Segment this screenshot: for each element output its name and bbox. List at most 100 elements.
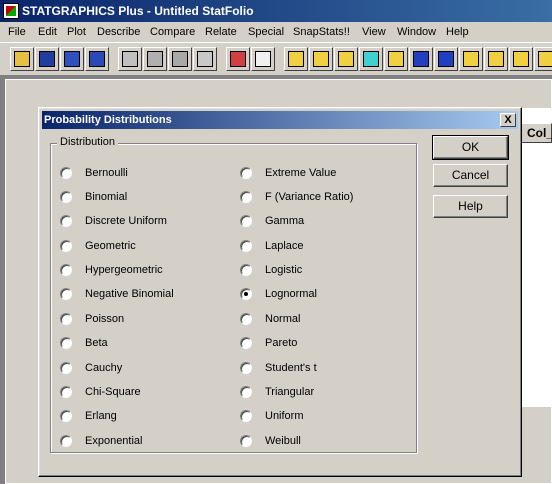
spreadsheet-button[interactable] (60, 47, 84, 71)
radio-icon[interactable] (60, 264, 72, 276)
option-label: Exponential (85, 435, 143, 447)
option-label: Cauchy (85, 362, 123, 374)
radio-icon[interactable] (240, 386, 252, 398)
scatter-plot-button[interactable] (284, 47, 308, 71)
radio-icon[interactable] (240, 410, 252, 422)
option-label: Chi-Square (85, 386, 141, 398)
option-label: Gamma (265, 215, 305, 227)
menu-edit[interactable]: Edit (36, 22, 59, 42)
radio-selected-icon[interactable] (240, 288, 252, 300)
menu-special[interactable]: Special (246, 22, 286, 42)
option-label: Extreme Value (265, 167, 337, 179)
option-label: Laplace (265, 240, 304, 252)
radio-icon[interactable] (240, 167, 252, 179)
tree-icon (513, 51, 529, 67)
open-button[interactable] (10, 47, 34, 71)
x-button[interactable] (359, 47, 383, 71)
menu-bar: File Edit Plot Describe Compare Relate S… (0, 22, 552, 42)
probability-distributions-dialog: Probability Distributions X Distribution… (38, 107, 522, 477)
menu-file[interactable]: File (6, 22, 28, 42)
app-title-bar: STATGRAPHICS Plus - Untitled StatFolio (0, 0, 552, 22)
radio-icon[interactable] (60, 313, 72, 325)
globe-icon (488, 51, 504, 67)
option-label: Binomial (85, 191, 128, 203)
radio-icon[interactable] (240, 240, 252, 252)
radio-icon[interactable] (240, 337, 252, 349)
save-data-button[interactable] (85, 47, 109, 71)
radio-icon[interactable] (60, 337, 72, 349)
radio-icon[interactable] (60, 362, 72, 374)
dialog-title: Probability Distributions (44, 114, 172, 126)
option-label: Negative Binomial (85, 288, 174, 300)
radio-icon[interactable] (60, 215, 72, 227)
menu-plot[interactable]: Plot (65, 22, 88, 42)
menu-help[interactable]: Help (444, 22, 471, 42)
radio-icon[interactable] (240, 313, 252, 325)
option-label: Triangular (265, 386, 315, 398)
bar-chart-button[interactable] (334, 47, 358, 71)
print-preview-button[interactable] (251, 47, 275, 71)
option-label: Erlang (85, 410, 117, 422)
menu-view[interactable]: View (360, 22, 388, 42)
trend-plot-icon (463, 51, 479, 67)
radio-icon[interactable] (240, 191, 252, 203)
grid-plot-button[interactable] (534, 47, 552, 71)
menu-compare[interactable]: Compare (148, 22, 197, 42)
radio-icon[interactable] (240, 362, 252, 374)
time-series-button[interactable] (409, 47, 433, 71)
box-plot-button[interactable] (309, 47, 333, 71)
distribution-group: Distribution Bernoulli Binomial Discrete… (50, 136, 417, 453)
option-label: Logistic (265, 264, 303, 276)
option-label: Uniform (265, 410, 304, 422)
menu-relate[interactable]: Relate (203, 22, 239, 42)
undo-button[interactable] (193, 47, 217, 71)
option-label: Bernoulli (85, 167, 128, 179)
option-label: Hypergeometric (85, 264, 163, 276)
radio-icon[interactable] (60, 386, 72, 398)
group-label: Distribution (57, 136, 119, 148)
box-plot-icon (313, 51, 329, 67)
toolbar (0, 42, 552, 76)
tree-button[interactable] (509, 47, 533, 71)
globe-button[interactable] (484, 47, 508, 71)
cut-icon (122, 51, 138, 67)
print-button[interactable] (226, 47, 250, 71)
print-icon (230, 51, 246, 67)
menu-snapstats[interactable]: SnapStats!! (291, 22, 352, 42)
radio-icon[interactable] (60, 240, 72, 252)
column-header[interactable]: Col_ (518, 123, 552, 143)
radio-icon[interactable] (240, 264, 252, 276)
open-folder-icon (14, 51, 30, 67)
save-button[interactable] (35, 47, 59, 71)
copy-icon (147, 51, 163, 67)
option-label: F (Variance Ratio) (265, 191, 354, 203)
radio-icon[interactable] (60, 435, 72, 447)
undo-icon (197, 51, 213, 67)
help-button[interactable]: Help (433, 195, 508, 218)
close-icon[interactable]: X (500, 113, 516, 127)
save-data-icon (89, 51, 105, 67)
copy-button[interactable] (143, 47, 167, 71)
app-title: STATGRAPHICS Plus - Untitled StatFolio (22, 4, 254, 18)
radio-icon[interactable] (60, 191, 72, 203)
statgraphics-app-icon[interactable] (3, 3, 19, 19)
distribution-plot-button[interactable] (434, 47, 458, 71)
cut-button[interactable] (118, 47, 142, 71)
radio-icon[interactable] (60, 288, 72, 300)
pattern-plot-button[interactable] (384, 47, 408, 71)
radio-icon[interactable] (240, 215, 252, 227)
option-label: Lognormal (265, 288, 317, 300)
paste-button[interactable] (168, 47, 192, 71)
datasheet-grid[interactable] (518, 108, 552, 407)
paste-icon (172, 51, 188, 67)
trend-plot-button[interactable] (459, 47, 483, 71)
radio-icon[interactable] (240, 435, 252, 447)
menu-window[interactable]: Window (395, 22, 438, 42)
distribution-plot-icon (438, 51, 454, 67)
ok-button[interactable]: OK (432, 135, 509, 160)
save-icon (39, 51, 55, 67)
cancel-button[interactable]: Cancel (433, 164, 508, 187)
radio-icon[interactable] (60, 410, 72, 422)
menu-describe[interactable]: Describe (95, 22, 142, 42)
radio-icon[interactable] (60, 167, 72, 179)
